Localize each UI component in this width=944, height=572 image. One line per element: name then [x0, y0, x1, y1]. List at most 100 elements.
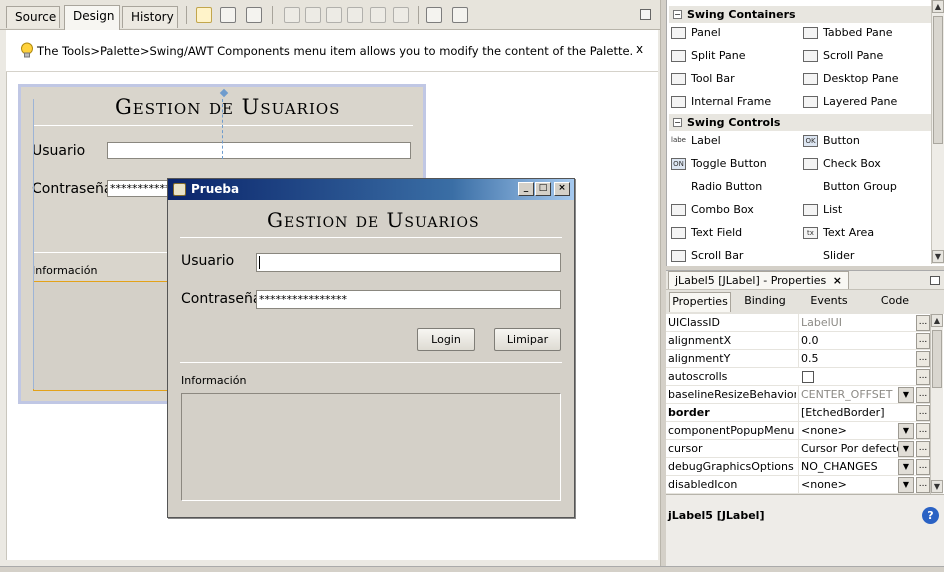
tab-source[interactable]: Source	[6, 6, 60, 28]
collapse-icon[interactable]: −	[673, 10, 682, 19]
palette-item-tabbed-pane[interactable]: Tabbed Pane	[801, 24, 892, 42]
align-left-icon[interactable]	[284, 7, 300, 23]
palette-item-slider[interactable]: Slider	[801, 247, 854, 265]
palette-item-scroll-pane[interactable]: Scroll Pane	[801, 47, 883, 65]
property-row[interactable]: autoscrolls...	[666, 368, 930, 386]
property-editor-button[interactable]: ...	[916, 387, 930, 403]
align-right-icon[interactable]	[305, 7, 321, 23]
palette-item-desktop-pane[interactable]: Desktop Pane	[801, 70, 898, 88]
palette-item-panel[interactable]: Panel	[669, 24, 721, 42]
property-editor-button[interactable]: ...	[916, 459, 930, 475]
maximize-window-icon[interactable]	[640, 9, 651, 20]
palette-scrollbar[interactable]: ▲ ▼	[931, 0, 944, 264]
connection-mode-icon[interactable]	[220, 7, 236, 23]
palette-category-swing-containers[interactable]: − Swing Containers	[669, 6, 931, 23]
align-bottom-icon[interactable]	[370, 7, 386, 23]
info-textarea[interactable]	[181, 393, 561, 501]
palette-item-internal-frame[interactable]: Internal Frame	[669, 93, 771, 111]
palette-item-layered-pane[interactable]: Layered Pane	[801, 93, 897, 111]
property-editor-button[interactable]: ...	[916, 423, 930, 439]
login-button[interactable]: Login	[417, 328, 475, 351]
usuario-input[interactable]	[256, 253, 561, 272]
scroll-thumb[interactable]	[933, 16, 943, 144]
property-row[interactable]: border [EtchedBorder]...	[666, 404, 930, 422]
property-row[interactable]: cursor Cursor Por defecto ▼...	[666, 440, 930, 458]
center-vertically-icon[interactable]	[393, 7, 409, 23]
property-row[interactable]: UIClassID LabelUI...	[666, 314, 930, 332]
property-editor-button[interactable]: ...	[916, 369, 930, 385]
palette-item-radio-button[interactable]: Radio Button	[669, 178, 762, 196]
palette-item-split-pane[interactable]: Split Pane	[669, 47, 746, 65]
form-info-label[interactable]: Información	[32, 264, 97, 277]
property-row[interactable]: alignmentY 0.5...	[666, 350, 930, 368]
property-editor-button[interactable]: ...	[916, 405, 930, 421]
dropdown-arrow-icon[interactable]: ▼	[898, 477, 914, 493]
properties-window-tab[interactable]: jLabel5 [JLabel] - Properties ×	[668, 271, 850, 289]
form-title[interactable]: Gestion de Usuarios	[115, 95, 340, 119]
maximize-button[interactable]: □	[535, 182, 551, 196]
tab-design[interactable]: Design	[64, 5, 120, 30]
palette-item-scroll-bar[interactable]: Scroll Bar	[669, 247, 743, 265]
dropdown-arrow-icon[interactable]: ▼	[898, 423, 914, 439]
property-editor-button[interactable]: ...	[916, 441, 930, 457]
palette-category-swing-controls[interactable]: − Swing Controls	[669, 114, 931, 131]
property-row[interactable]: debugGraphicsOptions NO_CHANGES ▼...	[666, 458, 930, 476]
tab-properties[interactable]: Properties	[669, 292, 731, 312]
tab-events[interactable]: Events	[804, 292, 854, 312]
close-icon[interactable]: ×	[833, 274, 842, 287]
palette-item-toggle-button[interactable]: ON Toggle Button	[669, 155, 767, 173]
property-value[interactable]: [EtchedBorder]	[798, 404, 916, 422]
collapse-icon[interactable]: −	[673, 118, 682, 127]
properties-scrollbar[interactable]: ▲ ▼	[930, 314, 943, 494]
palette-item-label[interactable]: label Label	[669, 132, 721, 150]
palette-item-list[interactable]: List	[801, 201, 842, 219]
center-horizontally-icon[interactable]	[326, 7, 342, 23]
tip-close-button[interactable]: x	[636, 42, 643, 56]
property-editor-button[interactable]: ...	[916, 333, 930, 349]
tab-binding[interactable]: Binding	[738, 292, 792, 312]
property-row[interactable]: componentPopupMenu <none> ▼...	[666, 422, 930, 440]
dropdown-arrow-icon[interactable]: ▼	[898, 441, 914, 457]
property-value[interactable]: 0.5	[798, 350, 916, 368]
tab-code[interactable]: Code	[870, 292, 920, 312]
minimize-button[interactable]: _	[518, 182, 534, 196]
property-row[interactable]: disabledIcon <none> ▼...	[666, 476, 930, 494]
align-top-icon[interactable]	[347, 7, 363, 23]
tab-history[interactable]: History	[122, 6, 178, 28]
dropdown-arrow-icon[interactable]: ▼	[898, 459, 914, 475]
property-editor-button[interactable]: ...	[916, 351, 930, 367]
prueba-dialog-window[interactable]: Prueba _ □ × Gestion de Usuarios Usuario…	[167, 178, 575, 518]
limpiar-button[interactable]: Limipar	[494, 328, 561, 351]
palette-item-combo-box[interactable]: Combo Box	[669, 201, 754, 219]
change-vertical-resizability-icon[interactable]	[452, 7, 468, 23]
property-editor-button[interactable]: ...	[916, 315, 930, 331]
change-horizontal-resizability-icon[interactable]	[426, 7, 442, 23]
dialog-titlebar[interactable]: Prueba _ □ ×	[168, 179, 574, 200]
property-editor-button[interactable]: ...	[916, 477, 930, 493]
preview-design-icon[interactable]	[246, 7, 262, 23]
scroll-up-icon[interactable]: ▲	[932, 0, 944, 13]
property-row[interactable]: baselineResizeBehavior CENTER_OFFSET ▼...	[666, 386, 930, 404]
scroll-down-icon[interactable]: ▼	[932, 250, 944, 263]
palette-item-text-field[interactable]: Text Field	[669, 224, 742, 242]
scroll-up-icon[interactable]: ▲	[931, 314, 943, 327]
palette-item-check-box[interactable]: Check Box	[801, 155, 881, 173]
property-value[interactable]: 0.0	[798, 332, 916, 350]
property-checkbox[interactable]	[802, 371, 814, 383]
palette-item-button[interactable]: OK Button	[801, 132, 860, 150]
palette-item-button-group[interactable]: Button Group	[801, 178, 897, 196]
form-password-label[interactable]: Contraseña	[32, 181, 112, 197]
help-icon[interactable]: ?	[922, 507, 939, 524]
palette-item-tool-bar[interactable]: Tool Bar	[669, 70, 735, 88]
scroll-thumb[interactable]	[932, 330, 942, 388]
palette-item-text-area[interactable]: tx Text Area	[801, 224, 874, 242]
scroll-down-icon[interactable]: ▼	[931, 480, 943, 493]
close-button[interactable]: ×	[554, 182, 570, 196]
minimize-icon[interactable]	[930, 276, 940, 285]
password-input[interactable]: ****************	[256, 290, 561, 309]
form-usuario-field[interactable]	[107, 142, 411, 159]
form-usuario-label[interactable]: Usuario	[32, 143, 85, 159]
property-row[interactable]: alignmentX 0.0...	[666, 332, 930, 350]
dropdown-arrow-icon[interactable]: ▼	[898, 387, 914, 403]
selection-mode-icon[interactable]	[196, 7, 212, 23]
